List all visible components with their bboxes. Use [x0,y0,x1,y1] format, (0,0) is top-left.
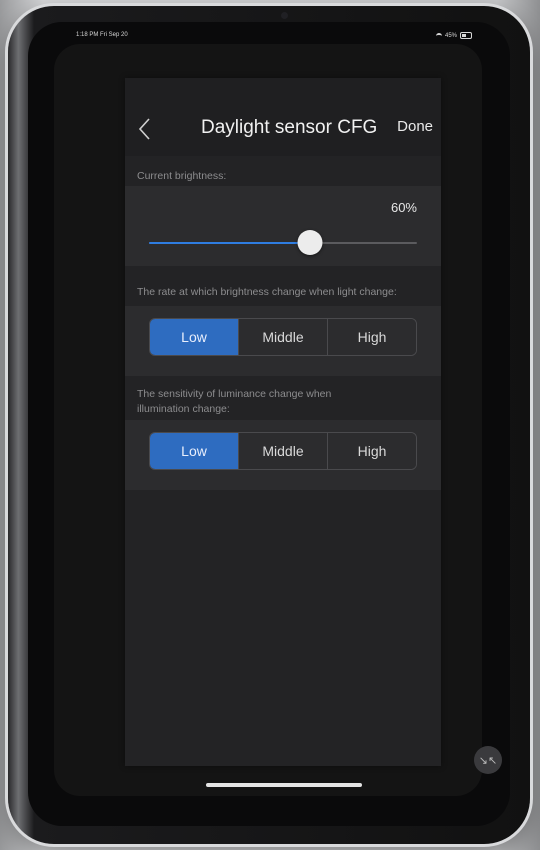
nav-bar: Daylight sensor CFG Done [125,78,441,156]
rate-label: The rate at which brightness change when… [137,286,397,298]
battery-icon [460,32,472,39]
slider-thumb[interactable] [297,230,323,255]
brightness-value: 60% [390,200,417,215]
done-button[interactable]: Done [397,118,433,135]
rate-panel: Low Middle High [125,306,441,376]
collapse-arrows-icon[interactable]: ↘↖ [474,746,502,774]
battery-percent: 45% [444,32,457,39]
rate-option-low[interactable]: Low [150,319,239,355]
brightness-label: Current brightness: [137,170,227,182]
back-chevron-icon[interactable] [137,116,153,142]
home-indicator[interactable] [206,783,362,787]
config-window: Daylight sensor CFG Done Current brightn… [125,78,441,766]
camera-dot [281,12,288,19]
sensitivity-option-high[interactable]: High [328,433,416,469]
rate-option-high[interactable]: High [328,319,416,355]
page-title: Daylight sensor CFG [201,117,378,138]
sensitivity-segmented-control: Low Middle High [149,432,417,470]
brightness-panel: 60% [125,186,441,266]
sensitivity-panel: Low Middle High [125,420,441,490]
brightness-slider[interactable] [149,230,417,255]
rate-segmented-control: Low Middle High [149,318,417,356]
status-bar: 1:18 PM Fri Sep 20 45% [34,22,504,44]
sensitivity-option-low[interactable]: Low [150,433,239,469]
status-indicators: 45% [435,32,472,39]
rate-option-middle[interactable]: Middle [239,319,328,355]
sensitivity-label-line1: The sensitivity of luminance change when [137,388,332,400]
sensitivity-option-middle[interactable]: Middle [239,433,328,469]
wifi-icon [435,32,442,39]
slider-fill [149,242,310,244]
status-time: 1:18 PM Fri Sep 20 [76,32,128,38]
sensitivity-label-line2: illumination change: [137,403,230,415]
